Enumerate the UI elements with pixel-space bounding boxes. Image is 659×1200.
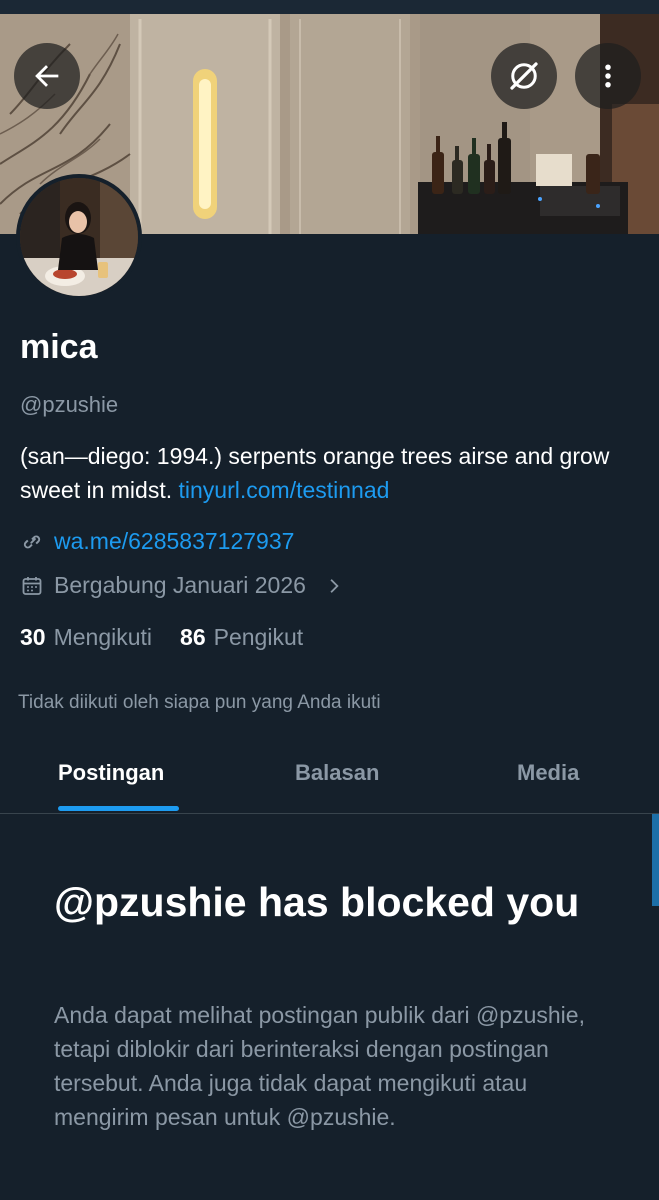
tab-posts[interactable]: Postingan: [58, 760, 164, 786]
tab-replies[interactable]: Balasan: [295, 760, 379, 786]
back-button[interactable]: [14, 43, 80, 109]
avatar-image: [20, 178, 138, 296]
more-options-button[interactable]: [575, 43, 641, 109]
display-name: mica: [20, 328, 98, 366]
profile-bio: (san—diego: 1994.) serpents orange trees…: [20, 439, 640, 507]
bio-link[interactable]: tinyurl.com/testinnad: [179, 477, 390, 503]
scrollbar-thumb[interactable]: [652, 814, 659, 906]
following-stat[interactable]: 30 Mengikuti: [20, 624, 152, 651]
followers-count: 86: [180, 624, 206, 650]
blocked-description: Anda dapat melihat postingan publik dari…: [54, 1002, 585, 1130]
following-label: Mengikuti: [53, 624, 153, 650]
blocked-title: @pzushie has blocked you: [54, 879, 580, 925]
chevron-right-icon: [324, 576, 344, 596]
joined-row[interactable]: Bergabung Januari 2026: [20, 572, 344, 599]
more-vertical-icon: [605, 64, 611, 88]
website-link[interactable]: wa.me/6285837127937: [54, 528, 294, 555]
profile-tabs: Postingan Balasan Media: [0, 740, 659, 814]
tab-media[interactable]: Media: [517, 760, 579, 786]
link-icon: [20, 530, 44, 554]
grok-icon: [510, 62, 538, 90]
following-count: 30: [20, 624, 46, 650]
not-followed-notice: Tidak diikuti oleh siapa pun yang Anda i…: [18, 692, 381, 713]
grok-button[interactable]: [491, 43, 557, 109]
arrow-left-icon: [35, 65, 59, 87]
username-handle: @pzushie: [20, 392, 119, 417]
followers-stat[interactable]: 86 Pengikut: [180, 624, 303, 651]
calendar-icon: [20, 574, 44, 598]
follow-stats: 30 Mengikuti 86 Pengikut: [20, 624, 303, 651]
website-row[interactable]: wa.me/6285837127937: [20, 528, 294, 555]
avatar[interactable]: [16, 174, 142, 300]
active-tab-indicator: [58, 806, 179, 811]
followers-label: Pengikut: [213, 624, 304, 650]
joined-date: Bergabung Januari 2026: [54, 572, 306, 598]
status-bar: [0, 0, 659, 14]
